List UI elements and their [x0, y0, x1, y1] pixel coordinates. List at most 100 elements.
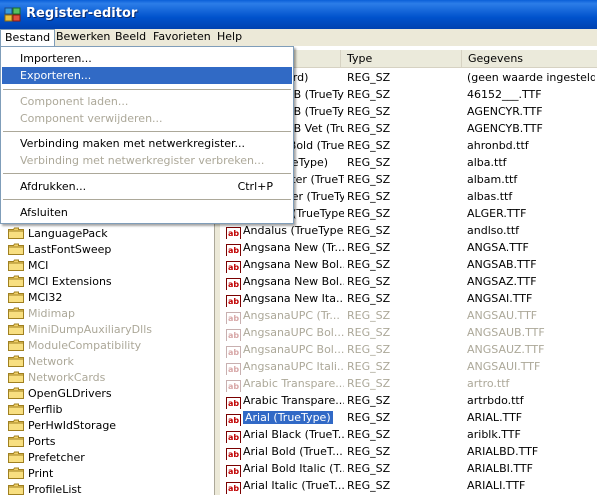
- value-data: ALGER.TTF: [467, 207, 527, 220]
- folder-icon: [8, 403, 24, 415]
- tree-item[interactable]: OpenGLDrivers: [8, 386, 112, 402]
- value-name-cell: ab Angsana New Bol...: [226, 256, 344, 273]
- menu-separator: [3, 89, 291, 90]
- menu-item-exporteren[interactable]: Exporteren...: [2, 67, 292, 84]
- tree-item-label: Print: [28, 467, 54, 480]
- value-name: Angsana New Ita...: [243, 292, 344, 305]
- tree-item[interactable]: LanguagePack: [8, 226, 108, 242]
- menu-item-verbinding-maken[interactable]: Verbinding maken met netwerkregister...: [2, 135, 292, 152]
- tree-item[interactable]: Ports: [8, 434, 56, 450]
- menu-bestand[interactable]: Bestand: [0, 29, 56, 46]
- table-row[interactable]: ab Angsana New Bol... REG_SZ ANGSAB.TTF: [220, 256, 597, 273]
- value-type: REG_SZ: [347, 241, 391, 254]
- string-value-icon: ab: [226, 482, 241, 494]
- table-row[interactable]: ab Arial Italic (TrueT... REG_SZ ARIALI.TTF: [220, 477, 597, 494]
- menu-separator: [3, 173, 291, 174]
- value-type: REG_SZ: [347, 462, 391, 475]
- tree-item[interactable]: MCI Extensions: [8, 274, 112, 290]
- value-type: REG_SZ: [347, 224, 391, 237]
- value-type: REG_SZ: [347, 105, 391, 118]
- value-type: REG_SZ: [347, 275, 391, 288]
- menu-help[interactable]: Help: [213, 29, 246, 46]
- string-value-icon: ab: [226, 227, 241, 239]
- value-data: ANGSAUZ.TTF: [467, 343, 545, 356]
- table-row[interactable]: ab Angsana New Bol... REG_SZ ANGSAZ.TTF: [220, 273, 597, 290]
- value-name-cell: ab Arabic Transpare...: [226, 375, 344, 392]
- table-row[interactable]: ab Arial Bold (TrueT... REG_SZ ARIALBD.TTF: [220, 443, 597, 460]
- tree-item[interactable]: Print: [8, 466, 53, 482]
- tree-item[interactable]: Network: [8, 354, 74, 370]
- table-row[interactable]: ab AngsanaUPC Bol... REG_SZ ANGSAUB.TTF: [220, 324, 597, 341]
- value-name: Arial Bold (TrueT...: [243, 445, 343, 458]
- table-row[interactable]: ab Andalus (TrueType) REG_SZ andlso.ttf: [220, 222, 597, 239]
- value-data: ANGSAUB.TTF: [467, 326, 545, 339]
- value-name-cell: ab AngsanaUPC Bol...: [226, 324, 344, 341]
- menu-bewerken[interactable]: Bewerken: [52, 29, 114, 46]
- menu-bar: Bestand Bewerken Beeld Favorieten Help: [0, 29, 597, 46]
- value-data: ARIAL.TTF: [467, 411, 523, 424]
- tree-item[interactable]: MCI: [8, 258, 48, 274]
- string-value-icon: ab: [226, 363, 241, 375]
- tree-item[interactable]: MiniDumpAuxiliaryDlls: [8, 322, 152, 338]
- tree-item[interactable]: Midimap: [8, 306, 75, 322]
- table-row[interactable]: ab Arabic Transpare... REG_SZ artro.ttf: [220, 375, 597, 392]
- value-name-cell: ab Arial (TrueType): [226, 409, 344, 426]
- menu-separator: [3, 131, 291, 132]
- menu-item-afdrukken[interactable]: Afdrukken... Ctrl+P: [2, 178, 292, 195]
- folder-icon: [8, 451, 24, 463]
- table-row[interactable]: ab Angsana New Ita... REG_SZ ANGSAI.TTF: [220, 290, 597, 307]
- tree-item[interactable]: MCI32: [8, 290, 62, 306]
- tree-item-label: Network: [28, 355, 74, 368]
- string-value-icon: ab: [226, 431, 241, 443]
- value-name-cell: ab Arial Black (TrueT...: [226, 426, 344, 443]
- menu-item-importeren[interactable]: Importeren...: [2, 50, 292, 67]
- tree-item[interactable]: ProfileList: [8, 482, 81, 495]
- table-row[interactable]: ab Arial (TrueType) REG_SZ ARIAL.TTF: [220, 409, 597, 426]
- tree-item[interactable]: NetworkCards: [8, 370, 105, 386]
- value-data: ariblk.TTF: [467, 428, 521, 441]
- table-row[interactable]: ab Arial Black (TrueT... REG_SZ ariblk.TTF: [220, 426, 597, 443]
- folder-icon: [8, 307, 24, 319]
- menu-beeld[interactable]: Beeld: [111, 29, 150, 46]
- tree-item[interactable]: PerHwIdStorage: [8, 418, 116, 434]
- folder-icon: [8, 483, 24, 495]
- tree-item-label: LastFontSweep: [28, 243, 112, 256]
- tree-item-label: MiniDumpAuxiliaryDlls: [28, 323, 152, 336]
- table-row[interactable]: ab Arial Bold Italic (T... REG_SZ ARIALBI.T…: [220, 460, 597, 477]
- value-name-cell: ab AngsanaUPC Itali...: [226, 358, 344, 375]
- title-bar[interactable]: Register-editor: [0, 0, 597, 29]
- table-row[interactable]: ab AngsanaUPC Itali... REG_SZ ANGSAUI.TTF: [220, 358, 597, 375]
- string-value-icon: ab: [226, 261, 241, 273]
- tree-item[interactable]: ModuleCompatibility: [8, 338, 141, 354]
- folder-icon: [8, 243, 24, 255]
- tree-item[interactable]: Prefetcher: [8, 450, 85, 466]
- tree-item-label: PerHwIdStorage: [28, 419, 117, 432]
- tree-item[interactable]: LastFontSweep: [8, 242, 111, 258]
- folder-icon: [8, 323, 24, 335]
- folder-icon: [8, 419, 24, 431]
- tree-item-label: Ports: [28, 435, 56, 448]
- value-name: AngsanaUPC (Tr...: [243, 309, 340, 322]
- shortcut-label: Ctrl+P: [237, 180, 273, 193]
- menu-separator: [3, 199, 291, 200]
- table-row[interactable]: ab Angsana New (Tr... REG_SZ ANGSA.TTF: [220, 239, 597, 256]
- value-data: AGENCYB.TTF: [467, 122, 543, 135]
- column-header-data[interactable]: Gegevens: [462, 50, 597, 68]
- table-row[interactable]: ab Arabic Transpare... REG_SZ artrbdo.ttf: [220, 392, 597, 409]
- tree-item[interactable]: Perflib: [8, 402, 63, 418]
- value-name: Angsana New Bol...: [243, 275, 344, 288]
- value-data: ANGSAB.TTF: [467, 258, 537, 271]
- menu-favorieten[interactable]: Favorieten: [149, 29, 215, 46]
- table-row[interactable]: ab AngsanaUPC (Tr... REG_SZ ANGSAU.TTF: [220, 307, 597, 324]
- menu-item-component-laden: Component laden...: [20, 95, 129, 108]
- string-value-icon: ab: [226, 346, 241, 358]
- menu-item-afsluiten[interactable]: Afsluiten: [2, 204, 292, 221]
- folder-icon: [8, 275, 24, 287]
- value-data: ANGSAUI.TTF: [467, 360, 541, 373]
- tree-item-label: OpenGLDrivers: [28, 387, 112, 400]
- value-type: REG_SZ: [347, 122, 391, 135]
- table-row[interactable]: ab AngsanaUPC Bol... REG_SZ ANGSAUZ.TTF: [220, 341, 597, 358]
- column-header-type[interactable]: Type: [341, 50, 462, 68]
- value-type: REG_SZ: [347, 343, 391, 356]
- tree-item-label: LanguagePack: [28, 227, 108, 240]
